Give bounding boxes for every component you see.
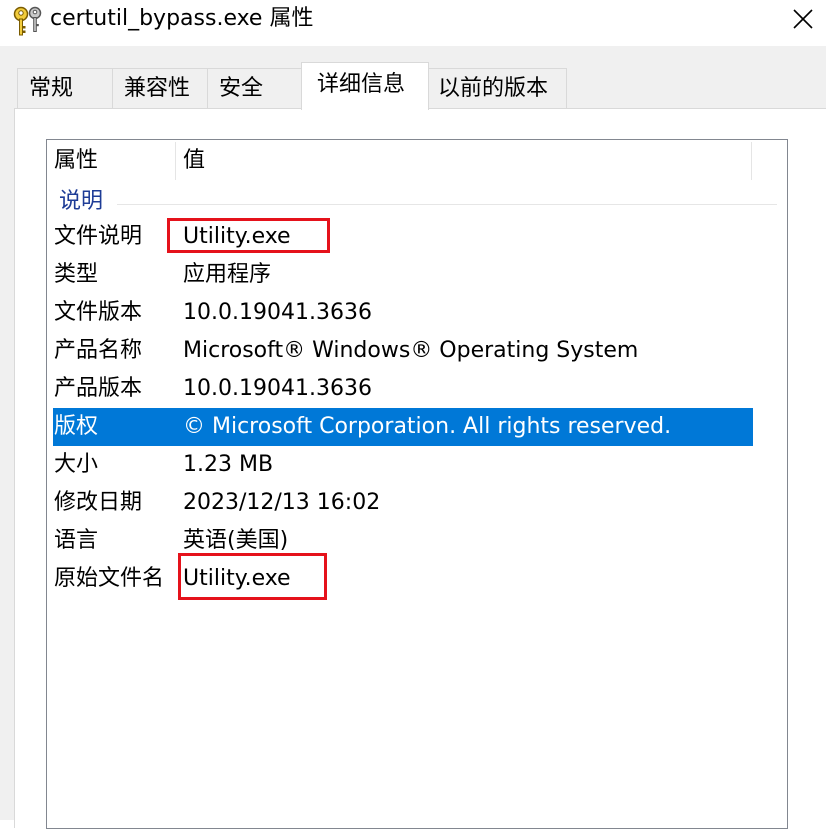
property-name: 语言 [54,528,99,553]
list-header: 属性 值 [47,140,787,182]
list-item[interactable]: 产品版本 10.0.19041.3636 [53,370,753,408]
property-list[interactable]: 属性 值 说明 文件说明 Utility.exe 类型 应用程序 文件版本 10… [46,139,788,829]
column-divider[interactable] [751,142,752,180]
property-name: 大小 [54,452,99,477]
tab-compatibility[interactable]: 兼容性 [112,68,208,108]
close-icon [793,9,813,29]
list-item[interactable]: 类型 应用程序 [53,256,753,294]
list-item-selected[interactable]: 版权 © Microsoft Corporation. All rights r… [53,408,753,446]
property-name: 原始文件名 [54,566,165,591]
property-name: 版权 [54,414,99,439]
list-item[interactable]: 大小 1.23 MB [53,446,753,484]
column-divider[interactable] [175,142,176,180]
list-item[interactable]: 原始文件名 Utility.exe [53,560,753,598]
property-value: 10.0.19041.3636 [183,376,372,401]
keys-icon [10,4,46,40]
property-name: 修改日期 [54,490,143,515]
title-bar[interactable]: certutil_bypass.exe 属性 [0,0,826,46]
group-label: 说明 [59,189,104,214]
list-item[interactable]: 文件版本 10.0.19041.3636 [53,294,753,332]
tab-previous-versions[interactable]: 以前的版本 [428,68,567,108]
property-value: © Microsoft Corporation. All rights rese… [183,414,672,439]
property-name: 产品名称 [54,338,143,363]
group-header: 说明 [47,186,787,218]
list-item[interactable]: 文件说明 Utility.exe [53,218,753,256]
property-value: Microsoft® Windows® Operating System [183,338,639,363]
property-name: 产品版本 [54,376,143,401]
property-name: 文件版本 [54,300,143,325]
highlight-box-file-description [167,218,330,253]
property-name: 类型 [54,262,99,287]
list-item[interactable]: 修改日期 2023/12/13 16:02 [53,484,753,522]
tab-details[interactable]: 详细信息 [301,62,429,110]
property-value: 应用程序 [183,262,272,287]
property-value: 10.0.19041.3636 [183,300,372,325]
window-title: certutil_bypass.exe 属性 [50,6,314,31]
list-item[interactable]: 语言 英语(美国) [53,522,753,560]
property-value: 2023/12/13 16:02 [183,490,381,515]
highlight-box-original-filename [178,553,327,600]
tab-strip: 常规 兼容性 安全 详细信息 以前的版本 [0,46,826,110]
group-divider [117,204,777,205]
property-name: 文件说明 [54,224,143,249]
property-value: 1.23 MB [183,452,274,477]
column-header-property[interactable]: 属性 [54,140,98,182]
tab-security[interactable]: 安全 [207,68,302,108]
close-button[interactable] [780,0,826,46]
list-item[interactable]: 产品名称 Microsoft® Windows® Operating Syste… [53,332,753,370]
tab-general[interactable]: 常规 [17,68,113,108]
column-header-value[interactable]: 值 [183,140,205,182]
